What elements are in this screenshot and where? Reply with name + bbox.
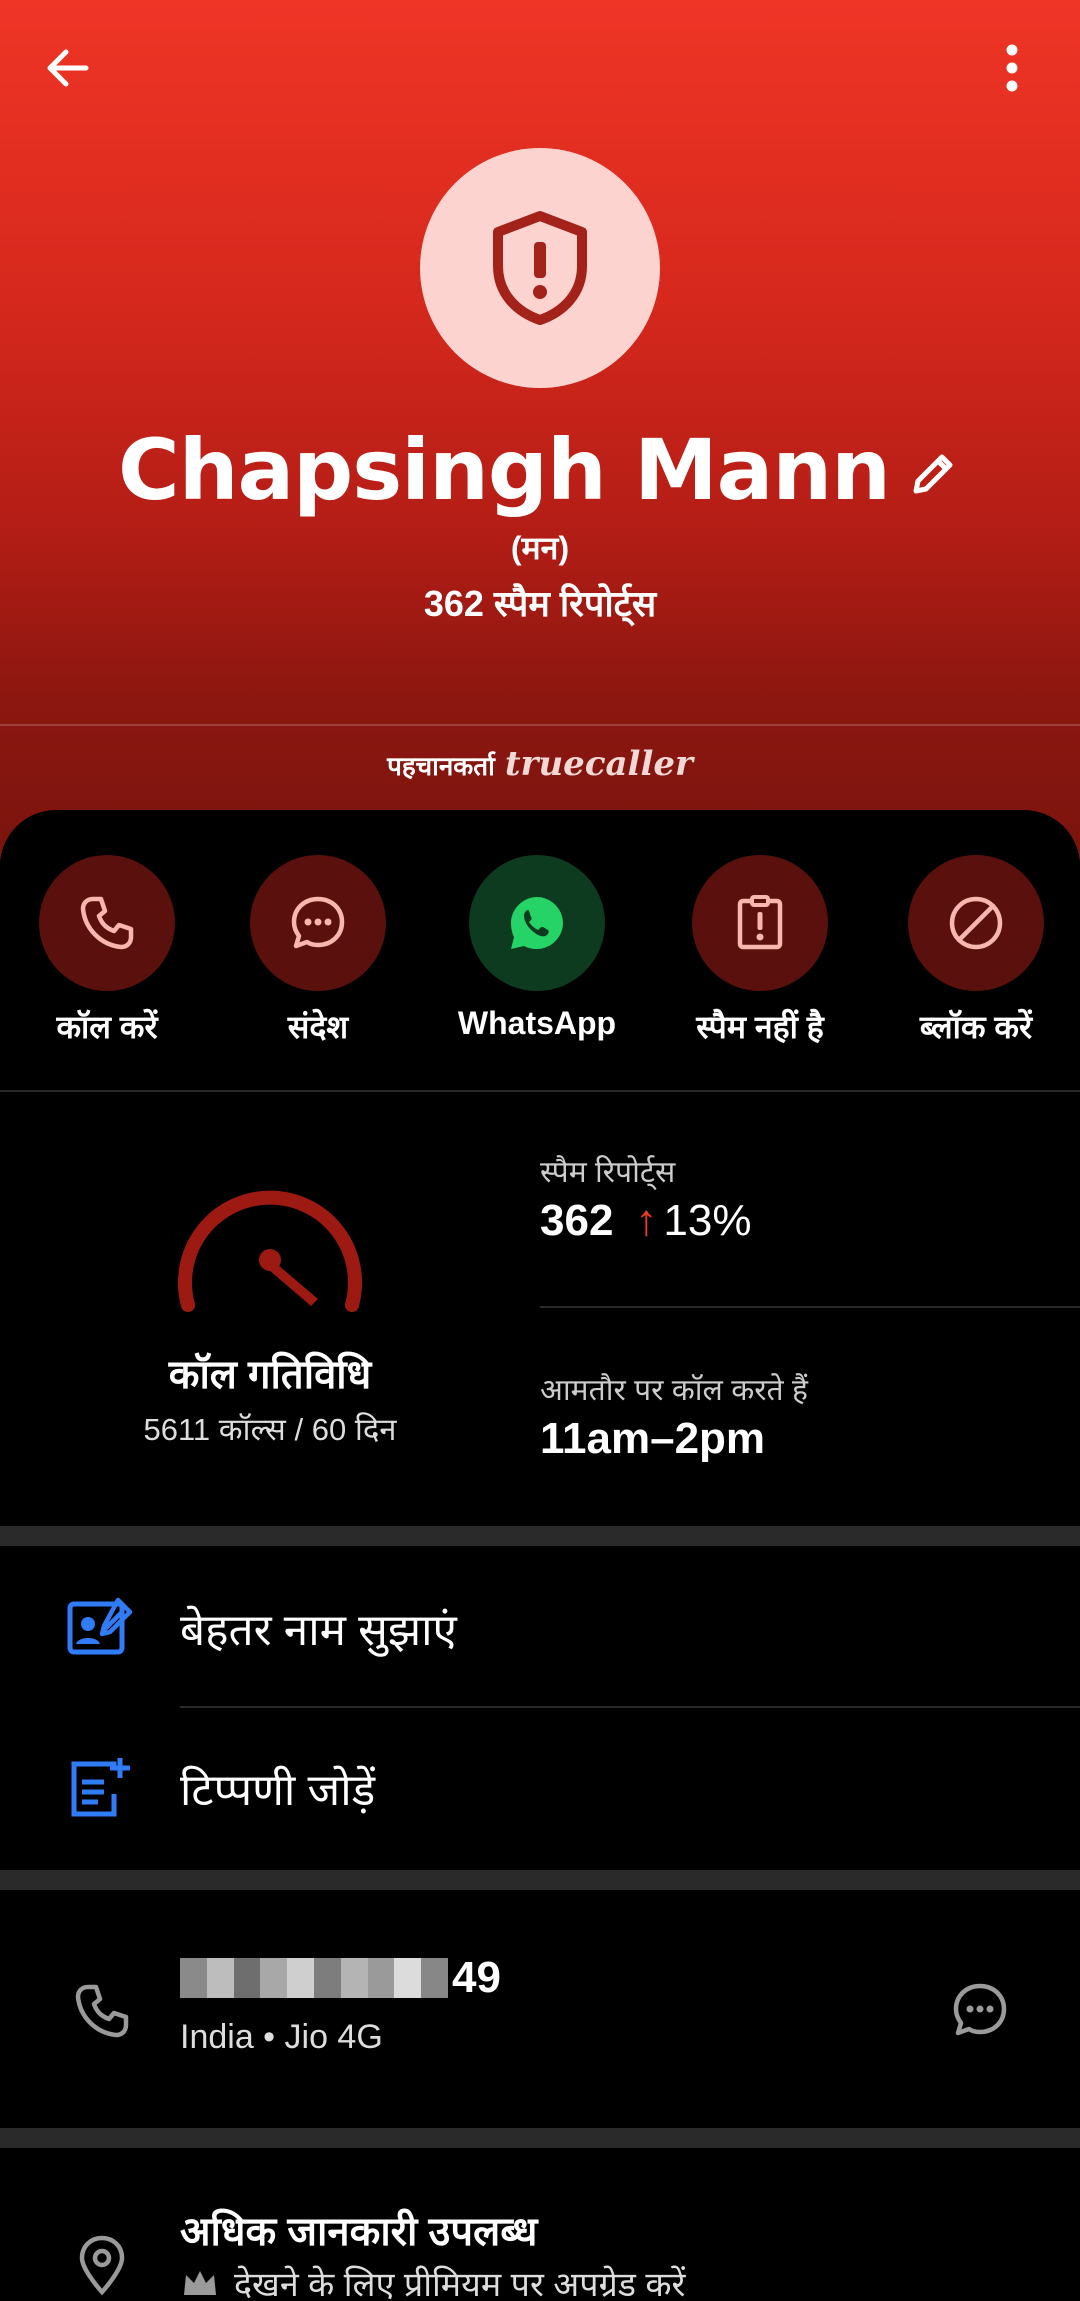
call-label: कॉल करें bbox=[56, 1009, 158, 1045]
contact-name: Chapsingh Mann bbox=[118, 421, 891, 519]
message-button[interactable]: संदेश bbox=[208, 855, 428, 1048]
premium-upgrade-text: देखने के लिए प्रीमियम पर अपग्रेड करें bbox=[234, 2266, 686, 2301]
more-info-title[interactable]: अधिक जानकारी उपलब्ध bbox=[180, 2202, 537, 2257]
crown-icon bbox=[184, 2271, 216, 2295]
phone-number-suffix: 49 bbox=[452, 1953, 501, 2002]
arrow-left-icon bbox=[47, 49, 89, 87]
not-spam-label: स्पैम नहीं है bbox=[696, 1009, 824, 1045]
sms-number-button[interactable] bbox=[944, 1974, 1016, 2046]
header-divider bbox=[0, 724, 1080, 726]
premium-upgrade-prompt[interactable]: देखने के लिए प्रीमियम पर अपग्रेड करें bbox=[180, 2260, 685, 2301]
section-band bbox=[0, 1526, 1080, 1546]
add-note-option[interactable]: टिप्पणी जोड़ें bbox=[180, 1758, 375, 1818]
suggest-name-option[interactable]: बेहतर नाम सुझाएं bbox=[180, 1598, 457, 1658]
spam-trend-percent: 13% bbox=[663, 1196, 752, 1245]
whatsapp-icon bbox=[511, 897, 563, 949]
not-spam-button[interactable]: स्पैम नहीं है bbox=[650, 855, 870, 1048]
suggest-name-icon bbox=[64, 1590, 136, 1662]
call-button-circle[interactable] bbox=[39, 855, 175, 991]
edit-pencil-icon[interactable] bbox=[906, 445, 962, 501]
call-activity-gauge-icon bbox=[178, 1190, 362, 1312]
not-spam-button-circle[interactable] bbox=[692, 855, 828, 991]
spam-reports-stat: 362 ↑ 13% bbox=[540, 1196, 752, 1246]
usual-call-time-label: आमतौर पर कॉल करते हैं bbox=[540, 1374, 808, 1407]
action-bar: कॉल करें संदेश WhatsApp स्पैम नहीं है ब्… bbox=[0, 855, 1080, 1045]
trend-up-arrow-icon: ↑ bbox=[635, 1196, 658, 1245]
more-options-button[interactable] bbox=[980, 36, 1044, 100]
block-label: ब्लॉक करें bbox=[919, 1009, 1033, 1045]
section-band bbox=[0, 2128, 1080, 2148]
stat-divider bbox=[540, 1306, 1080, 1308]
alternate-name: (मन) bbox=[510, 530, 570, 566]
identified-by-label: पहचानकर्ता bbox=[387, 751, 495, 781]
phone-number[interactable]: 49 bbox=[180, 1953, 501, 2003]
block-button[interactable]: ब्लॉक करें bbox=[866, 855, 1080, 1048]
spam-reports-label: स्पैम रिपोर्ट्स bbox=[540, 1156, 676, 1189]
spam-reports-value: 362 bbox=[540, 1196, 614, 1245]
spam-report-count: 362 स्पैम रिपोर्ट्स bbox=[423, 583, 657, 624]
section-band bbox=[0, 1870, 1080, 1890]
message-label: संदेश bbox=[287, 1009, 349, 1045]
usual-call-time-value: 11am–2pm bbox=[540, 1414, 766, 1463]
row-divider bbox=[180, 1706, 1080, 1708]
phone-carrier-details: India • Jio 4G bbox=[180, 2018, 383, 2056]
redacted-number-mask bbox=[180, 1958, 448, 1998]
truecaller-logo: truecaller bbox=[504, 744, 693, 784]
phone-number-icon bbox=[66, 1975, 138, 2047]
message-icon bbox=[291, 896, 345, 949]
not-spam-icon bbox=[737, 895, 783, 950]
whatsapp-label: WhatsApp bbox=[457, 1005, 617, 1041]
more-vertical-icon bbox=[1006, 44, 1018, 92]
back-button[interactable] bbox=[36, 36, 100, 100]
call-activity-title: कॉल गतिविधि bbox=[168, 1353, 372, 1397]
call-activity-subtitle: 5611 कॉल्स / 60 दिन bbox=[143, 1412, 397, 1447]
phone-icon bbox=[80, 896, 134, 950]
spam-shield-icon bbox=[493, 211, 587, 325]
whatsapp-button[interactable]: WhatsApp bbox=[427, 855, 647, 1042]
add-note-icon bbox=[64, 1752, 136, 1824]
location-pin-icon bbox=[66, 2228, 138, 2300]
message-icon bbox=[953, 1983, 1007, 2036]
whatsapp-button-circle[interactable] bbox=[469, 855, 605, 991]
avatar bbox=[420, 148, 660, 388]
name-row: Chapsingh Mann bbox=[0, 415, 1080, 525]
section-divider bbox=[0, 1090, 1080, 1092]
call-button[interactable]: कॉल करें bbox=[0, 855, 217, 1048]
block-button-circle[interactable] bbox=[908, 855, 1044, 991]
message-button-circle[interactable] bbox=[250, 855, 386, 991]
block-icon bbox=[949, 896, 1003, 950]
identified-by: पहचानकर्ता truecaller bbox=[0, 744, 1080, 784]
